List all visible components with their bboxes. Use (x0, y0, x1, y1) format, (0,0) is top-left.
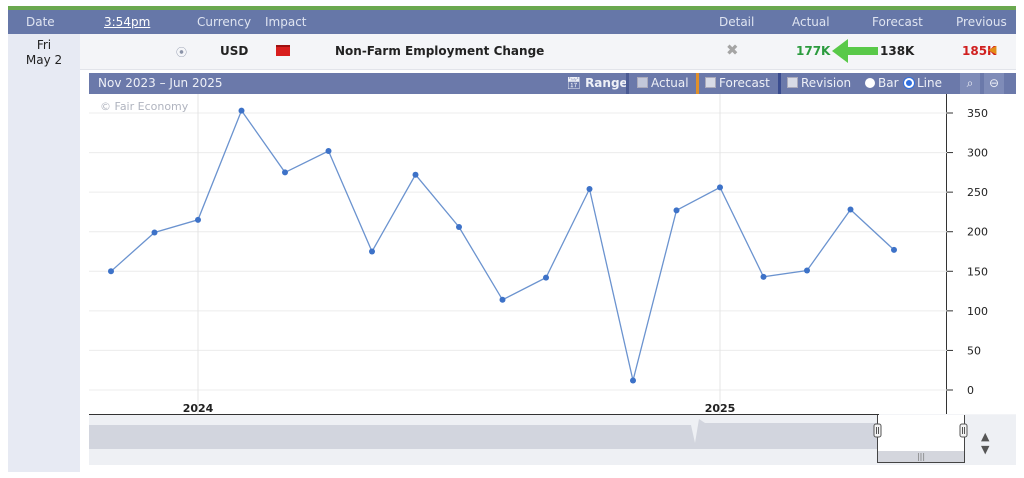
line-radio-label: Line (917, 76, 943, 90)
actual-toggle-label: Actual (651, 76, 689, 90)
data-point (717, 184, 723, 191)
data-point (891, 246, 897, 253)
date-range-label: Nov 2023 – Jun 2025 (98, 76, 223, 90)
checkbox-icon (787, 77, 798, 88)
data-point (760, 273, 767, 280)
checkbox-checked-icon (637, 77, 648, 88)
header-previous: Previous (956, 15, 1007, 29)
chart-panel: Nov 2023 – Jun 2025 📅︎ Range Actual Fore… (89, 73, 1016, 465)
data-point (195, 216, 201, 223)
close-x-icon[interactable]: ✖ (726, 41, 739, 59)
radio-selected-icon (904, 78, 914, 88)
data-point (456, 223, 462, 230)
header-detail: Detail (719, 15, 755, 29)
navigator-right-handle[interactable] (959, 423, 969, 439)
calendar-header-row: Date 3:54pm Currency Impact Detail Actua… (8, 10, 1016, 34)
date-column (8, 34, 80, 472)
checkbox-icon (705, 77, 716, 88)
forecast-value: 138K (880, 44, 915, 58)
header-time-link[interactable]: 3:54pm (104, 15, 150, 29)
y-tick-label: 300 (967, 147, 988, 160)
y-tick-label: 150 (967, 265, 988, 278)
data-point (630, 377, 636, 384)
data-point (325, 147, 332, 154)
range-button[interactable]: 📅︎ Range (566, 76, 628, 90)
zoom-out-icon[interactable]: ⊖ (984, 73, 1004, 94)
line-radio[interactable]: Line (904, 76, 942, 90)
data-point (586, 185, 593, 192)
calendar-icon: 📅︎ (566, 76, 586, 90)
y-tick-label: 350 (967, 107, 988, 120)
data-point (108, 268, 114, 275)
range-button-label: Range (585, 76, 628, 90)
revision-toggle[interactable]: Revision (787, 76, 851, 90)
data-point (282, 169, 288, 176)
impact-icon (276, 45, 290, 56)
event-row[interactable]: ⦿ USD Non-Farm Employment Change ✖ 177K … (80, 34, 1016, 70)
navigator-series (89, 419, 879, 449)
radio-icon (865, 78, 875, 88)
header-actual: Actual (792, 15, 830, 29)
actual-toggle[interactable]: Actual (637, 76, 689, 90)
green-arrow-icon (832, 39, 878, 63)
revision-toggle-label: Revision (801, 76, 852, 90)
data-point (804, 267, 810, 274)
y-tick-label: 250 (967, 186, 988, 199)
data-point (412, 171, 419, 178)
date-label: May 2 (25, 53, 63, 67)
forecast-toggle-label: Forecast (719, 76, 770, 90)
bar-radio-label: Bar (878, 76, 899, 90)
header-forecast: Forecast (872, 15, 923, 29)
bar-radio[interactable]: Bar (865, 76, 899, 90)
navigator-left-handle[interactable] (873, 423, 883, 439)
data-point (673, 207, 680, 214)
sound-icon[interactable]: ⦿ (176, 44, 187, 60)
revision-arrow-icon: ◀ (988, 43, 997, 56)
day-label: Fri (36, 38, 52, 52)
series-line (110, 109, 895, 381)
y-tick-label: 50 (967, 344, 981, 357)
chart-toolbar: Nov 2023 – Jun 2025 📅︎ Range Actual Fore… (89, 73, 1016, 94)
date-cell: Fri May 2 (8, 38, 80, 68)
separator (626, 73, 629, 94)
y-tick-label: 200 (967, 226, 988, 239)
search-icon[interactable]: ⌕ (960, 73, 980, 94)
header-impact: Impact (265, 15, 307, 29)
scrollbar-thumb[interactable]: ||| (878, 451, 964, 462)
data-point (543, 274, 549, 281)
data-point (847, 206, 854, 213)
data-point (369, 248, 375, 255)
separator-revision (778, 73, 781, 94)
up-down-arrows-icon[interactable]: ▲ ▼ (981, 430, 989, 456)
separator-forecast (696, 73, 699, 94)
event-title[interactable]: Non-Farm Employment Change (335, 44, 544, 58)
actual-value: 177K (796, 44, 831, 58)
header-date: Date (26, 15, 55, 29)
data-point (238, 107, 245, 114)
data-point (151, 229, 158, 236)
data-point (499, 296, 506, 303)
forecast-toggle[interactable]: Forecast (705, 76, 770, 90)
y-tick-label: 0 (967, 384, 974, 397)
chart-svg: 0501001502002503003502024 2025 (89, 94, 988, 415)
currency-code: USD (220, 44, 249, 58)
header-currency: Currency (197, 15, 252, 29)
x-axis-strip (89, 395, 879, 415)
y-tick-label: 100 (967, 305, 988, 318)
